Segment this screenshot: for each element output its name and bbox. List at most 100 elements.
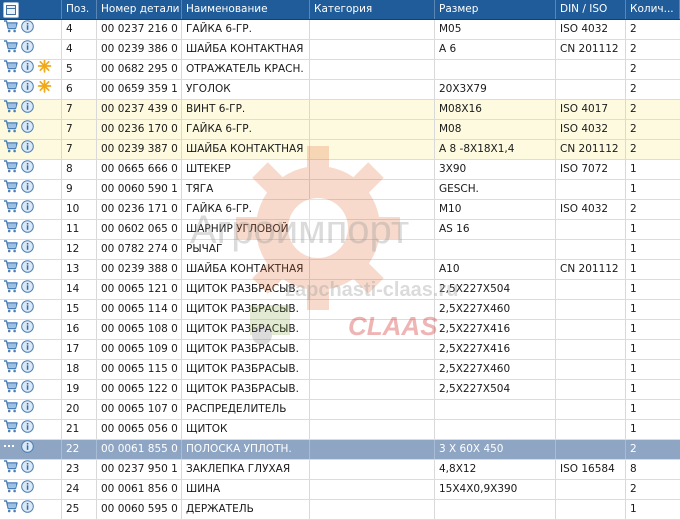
cart-icon[interactable] — [3, 140, 18, 159]
table-row[interactable]: 7 00 0239 387 0 ШАЙБА КОНТАКТНАЯ A 8 -8X18X… — [0, 140, 680, 160]
header-qty[interactable]: Колич... — [626, 0, 680, 19]
table-row[interactable]: 4 00 0239 386 0 ШАЙБА КОНТАКТНАЯ A 6 CN 2011… — [0, 40, 680, 60]
info-icon[interactable] — [21, 160, 34, 179]
cart-icon[interactable] — [3, 320, 18, 339]
size-cell — [435, 500, 556, 519]
info-icon[interactable] — [21, 200, 34, 219]
table-row[interactable]: 23 00 0237 950 1 ЗАКЛЕПКА ГЛУХАЯ 4,8X12 ISO … — [0, 460, 680, 480]
info-icon[interactable] — [21, 480, 34, 499]
info-icon[interactable] — [21, 240, 34, 259]
cart-icon[interactable] — [3, 200, 18, 219]
cart-icon[interactable] — [3, 20, 18, 39]
table-row[interactable]: 20 00 0065 107 0 РАСПРЕДЕЛИТЕЛЬ 1 — [0, 400, 680, 420]
header-size[interactable]: Размер — [435, 0, 556, 19]
header-icons-column[interactable] — [0, 0, 62, 19]
name-cell: ОТРАЖАТЕЛЬ КРАСН. — [182, 60, 310, 79]
info-icon[interactable] — [21, 400, 34, 419]
info-icon[interactable] — [21, 120, 34, 139]
table-row[interactable]: 14 00 0065 121 0 ЩИТОК РАЗБРАСЫВ. 2,5X227X5… — [0, 280, 680, 300]
table-row[interactable]: 9 00 0060 590 1 ТЯГА GESCH. 1 — [0, 180, 680, 200]
row-actions — [0, 80, 62, 99]
header-part-no[interactable]: Номер детали — [97, 0, 182, 19]
cart-icon[interactable] — [3, 100, 18, 119]
table-row[interactable]: 16 00 0065 108 0 ЩИТОК РАЗБРАСЫВ. 2,5X227X4… — [0, 320, 680, 340]
table-row[interactable]: 24 00 0061 856 0 ШИНА 15X4X0,9X390 2 — [0, 480, 680, 500]
info-icon[interactable] — [21, 180, 34, 199]
table-row[interactable]: 15 00 0065 114 0 ЩИТОК РАЗБРАСЫВ. 2,5X227X4… — [0, 300, 680, 320]
info-icon[interactable] — [21, 500, 34, 519]
table-row[interactable]: 5 00 0682 295 0 ОТРАЖАТЕЛЬ КРАСН. 2 — [0, 60, 680, 80]
table-row[interactable]: 13 00 0239 388 0 ШАЙБА КОНТАКТНАЯ A10 CN 201… — [0, 260, 680, 280]
info-icon[interactable] — [21, 280, 34, 299]
cart-icon[interactable] — [3, 340, 18, 359]
info-icon[interactable] — [21, 340, 34, 359]
cart-icon[interactable] — [3, 60, 18, 79]
category-cell — [310, 200, 435, 219]
cart-icon[interactable] — [3, 360, 18, 379]
info-icon[interactable] — [21, 440, 34, 459]
part-number-cell: 00 0065 109 0 — [97, 340, 182, 359]
more-icon[interactable] — [3, 440, 18, 459]
table-row[interactable]: 22 00 0061 855 0 ПОЛОСКА УПЛОТН. 3 X 60X 45… — [0, 440, 680, 460]
cart-icon[interactable] — [3, 480, 18, 499]
cart-icon[interactable] — [3, 160, 18, 179]
table-row[interactable]: 4 00 0237 216 0 ГАЙКА 6-ГР. M05 ISO 4032 2 — [0, 20, 680, 40]
info-icon[interactable] — [21, 220, 34, 239]
table-row[interactable]: 11 00 0602 065 0 ШАРНИР УГЛОВОЙ AS 16 1 — [0, 220, 680, 240]
header-pos[interactable]: Поз. — [62, 0, 97, 19]
info-icon[interactable] — [21, 60, 34, 79]
din-iso-cell: ISO 16584 — [556, 460, 626, 479]
table-row[interactable]: 8 00 0665 666 0 ШТЕКЕР 3X90 ISO 7072 1 — [0, 160, 680, 180]
header-din-iso[interactable]: DIN / ISO — [556, 0, 626, 19]
cart-icon[interactable] — [3, 260, 18, 279]
table-row[interactable]: 7 00 0237 439 0 ВИНТ 6-ГР. M08X16 ISO 4017 2 — [0, 100, 680, 120]
info-icon[interactable] — [21, 80, 34, 99]
info-icon[interactable] — [21, 40, 34, 59]
cart-icon[interactable] — [3, 180, 18, 199]
cart-icon[interactable] — [3, 120, 18, 139]
cart-icon[interactable] — [3, 300, 18, 319]
header-name[interactable]: Наименование — [182, 0, 310, 19]
cart-icon[interactable] — [3, 280, 18, 299]
category-cell — [310, 440, 435, 459]
cart-icon[interactable] — [3, 80, 18, 99]
info-icon[interactable] — [21, 260, 34, 279]
cart-icon[interactable] — [3, 420, 18, 439]
table-row[interactable]: 7 00 0236 170 0 ГАЙКА 6-ГР. M08 ISO 4032 2 — [0, 120, 680, 140]
category-cell — [310, 140, 435, 159]
cart-icon[interactable] — [3, 400, 18, 419]
table-row[interactable]: 21 00 0065 056 0 ЩИТОК 1 — [0, 420, 680, 440]
table-row[interactable]: 19 00 0065 122 0 ЩИТОК РАЗБРАСЫВ. 2,5X227X5… — [0, 380, 680, 400]
info-icon[interactable] — [21, 20, 34, 39]
column-select-icon[interactable] — [3, 1, 19, 18]
table-row[interactable]: 6 00 0659 359 1 УГОЛОК 20X3X79 2 — [0, 80, 680, 100]
din-iso-cell — [556, 60, 626, 79]
header-category[interactable]: Категория — [310, 0, 435, 19]
info-icon[interactable] — [21, 300, 34, 319]
cart-icon[interactable] — [3, 220, 18, 239]
info-icon[interactable] — [21, 360, 34, 379]
info-icon[interactable] — [21, 100, 34, 119]
table-row[interactable]: 17 00 0065 109 0 ЩИТОК РАЗБРАСЫВ. 2,5X227X4… — [0, 340, 680, 360]
row-actions — [0, 420, 62, 439]
info-icon[interactable] — [21, 380, 34, 399]
info-icon[interactable] — [21, 420, 34, 439]
table-row[interactable]: 10 00 0236 171 0 ГАЙКА 6-ГР. M10 ISO 4032 2 — [0, 200, 680, 220]
info-icon[interactable] — [21, 320, 34, 339]
info-icon[interactable] — [21, 140, 34, 159]
size-cell: M10 — [435, 200, 556, 219]
table-row[interactable]: 18 00 0065 115 0 ЩИТОК РАЗБРАСЫВ. 2,5X227X4… — [0, 360, 680, 380]
row-actions — [0, 400, 62, 419]
table-row[interactable]: 12 00 0782 274 0 РЫЧАГ 1 — [0, 240, 680, 260]
cart-icon[interactable] — [3, 500, 18, 519]
cart-icon[interactable] — [3, 40, 18, 59]
size-cell: AS 16 — [435, 220, 556, 239]
din-iso-cell: ISO 4032 — [556, 20, 626, 39]
category-cell — [310, 360, 435, 379]
table-row[interactable]: 25 00 0060 595 0 ДЕРЖАТЕЛЬ 1 — [0, 500, 680, 520]
name-cell: ЩИТОК — [182, 420, 310, 439]
cart-icon[interactable] — [3, 240, 18, 259]
info-icon[interactable] — [21, 460, 34, 479]
cart-icon[interactable] — [3, 380, 18, 399]
cart-icon[interactable] — [3, 460, 18, 479]
